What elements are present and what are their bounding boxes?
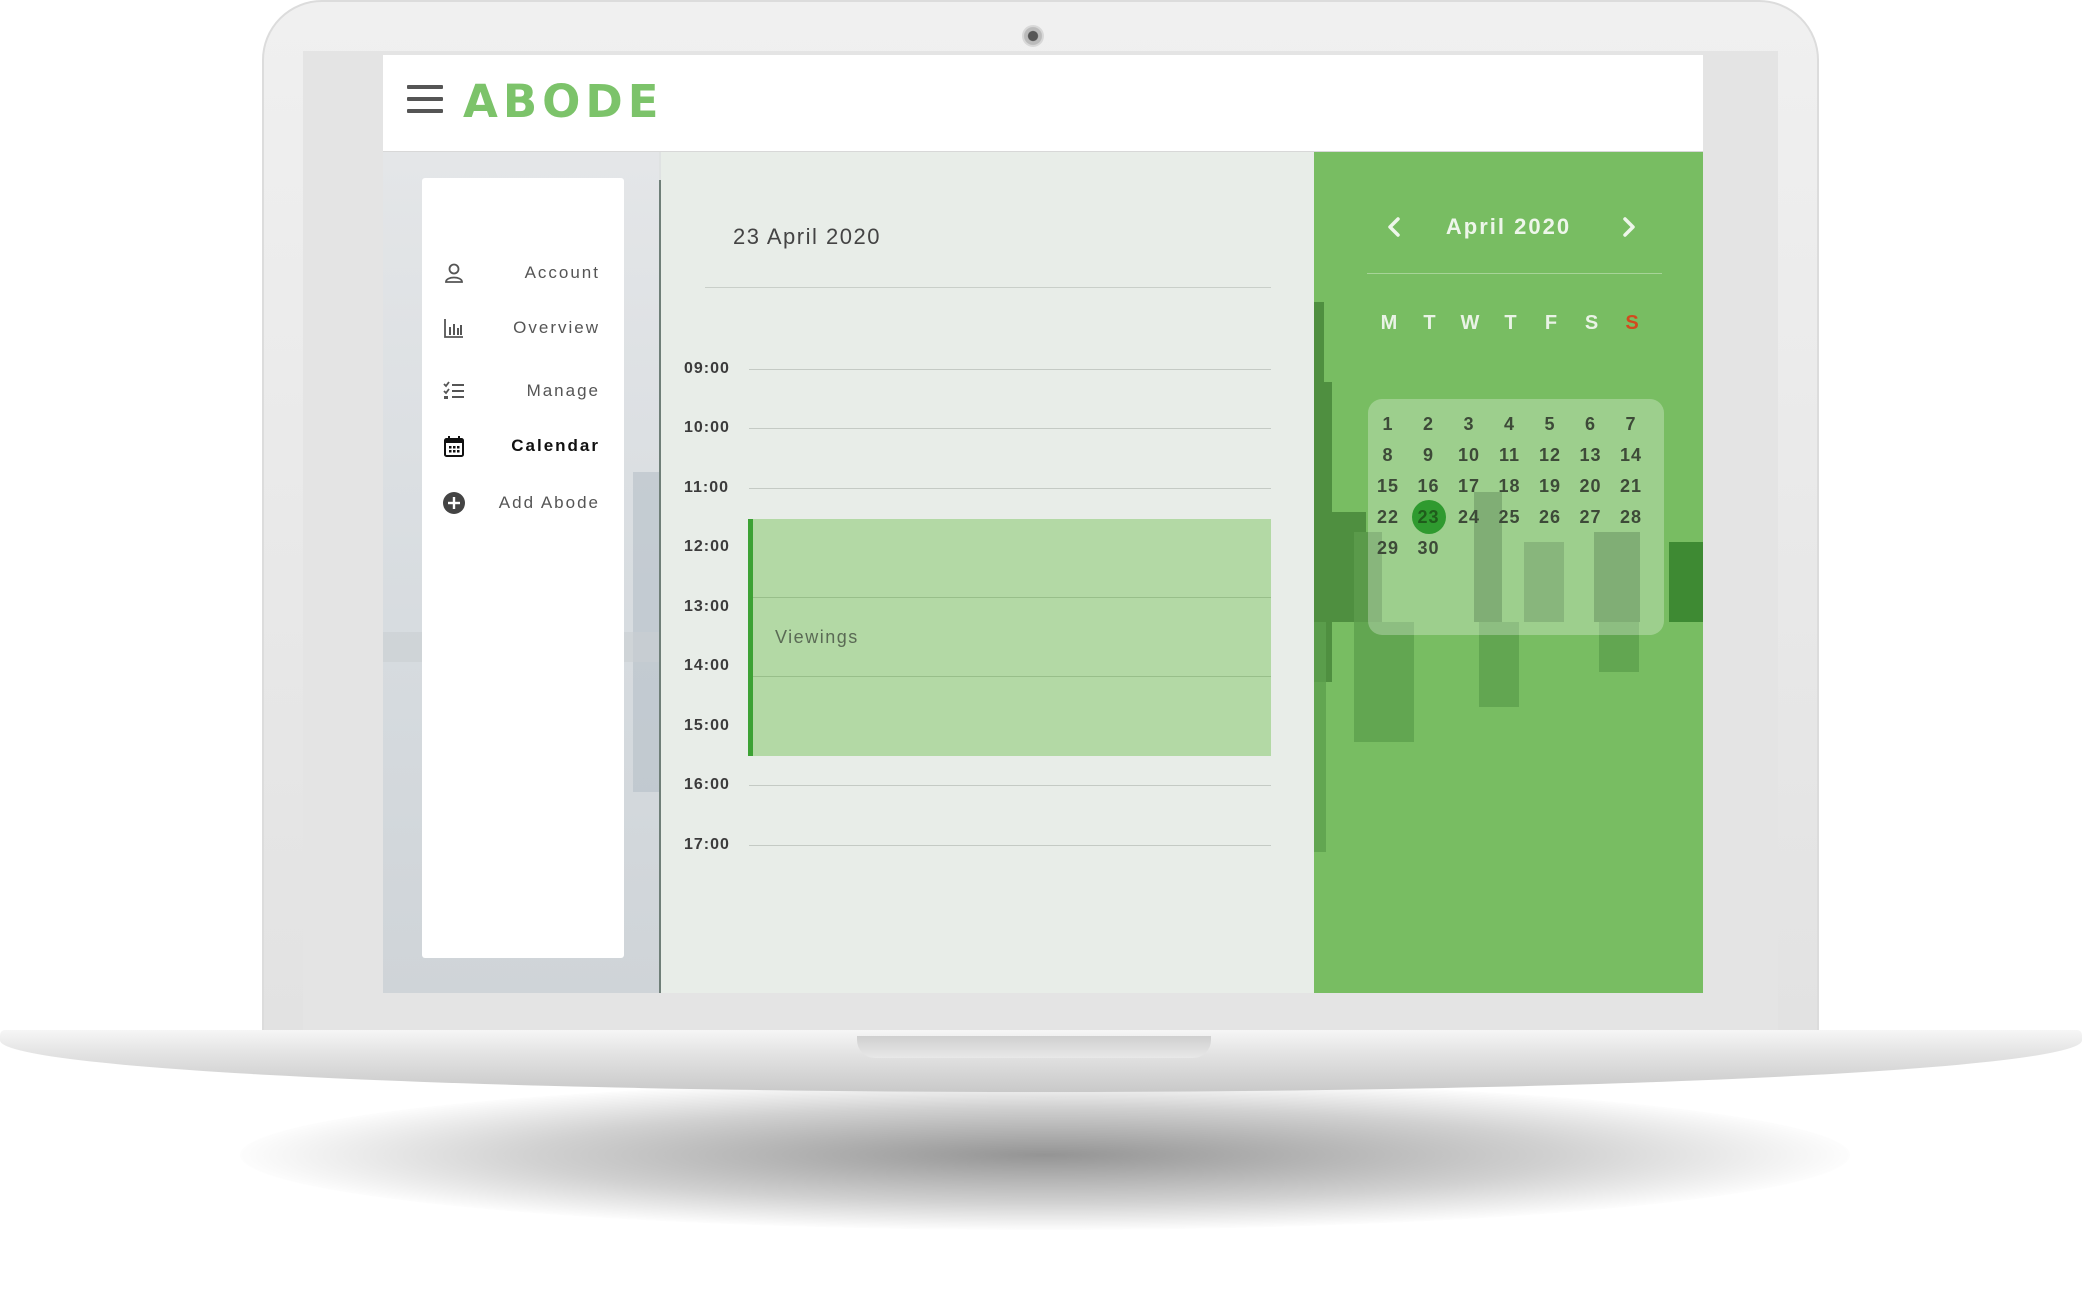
hour-label: 12:00 <box>684 538 730 555</box>
laptop-notch <box>857 1036 1211 1058</box>
hour-row[interactable]: 09:00 <box>661 360 1314 380</box>
hamburger-menu-icon[interactable] <box>407 85 443 117</box>
calendar-day[interactable]: 24 <box>1451 502 1487 532</box>
weekday-label: W <box>1460 312 1480 334</box>
sidebar-item-label: Overview <box>513 318 600 337</box>
sidebar-item-account[interactable]: Account <box>422 253 624 293</box>
event-block-viewings[interactable]: Viewings <box>748 519 1271 756</box>
hour-row[interactable]: 16:00 <box>661 776 1314 796</box>
calendar-day[interactable]: 11 <box>1492 440 1528 470</box>
calendar-day[interactable]: 30 <box>1411 533 1447 563</box>
calendar-day[interactable]: 26 <box>1532 502 1568 532</box>
app-screen: ABODE Account Overview Manage Calendar A… <box>383 55 1703 993</box>
event-title: Viewings <box>775 627 859 647</box>
weekday-label-sunday: S <box>1625 312 1639 334</box>
sidebar-item-add-abode[interactable]: Add Abode <box>422 483 624 523</box>
calendar-day[interactable]: 27 <box>1573 502 1609 532</box>
calendar-day[interactable]: 14 <box>1613 440 1649 470</box>
hour-label: 16:00 <box>684 776 730 793</box>
user-icon <box>445 263 463 283</box>
calendar-day[interactable]: 12 <box>1532 440 1568 470</box>
plus-circle-icon <box>443 492 465 514</box>
webcam-icon <box>1022 25 1044 47</box>
calendar-day[interactable]: 1 <box>1370 409 1406 439</box>
calendar-day[interactable]: 2 <box>1411 409 1447 439</box>
calendar-day[interactable]: 20 <box>1573 471 1609 501</box>
sidebar-item-manage[interactable]: Manage <box>422 371 624 411</box>
weekday-label: T <box>1504 312 1517 334</box>
calendar-day[interactable]: 28 <box>1613 502 1649 532</box>
calendar-day-selected[interactable]: 23 <box>1411 500 1446 534</box>
sidebar-item-calendar[interactable]: Calendar <box>422 426 624 466</box>
weekday-label: M <box>1380 312 1398 334</box>
sidebar-item-label: Account <box>524 263 600 282</box>
hour-label: 17:00 <box>684 836 730 853</box>
next-month-button[interactable] <box>1613 212 1643 242</box>
sidebar-item-label: Calendar <box>511 436 600 455</box>
month-calendar-panel: April 2020 M T W T F S S 1 2 3 4 5 6 7 8 9 10 11 12… <box>1314 152 1703 993</box>
calendar-day[interactable]: 17 <box>1451 471 1487 501</box>
weekday-label: S <box>1584 312 1599 334</box>
days-grid: 1 2 3 4 5 6 7 8 9 10 11 12 13 14 15 16 17 18 19 20 21 22 23 24 2… <box>1368 399 1664 635</box>
sidebar-item-overview[interactable]: Overview <box>422 308 624 348</box>
sidebar: Account Overview Manage Calendar Add Abo… <box>422 178 624 958</box>
hour-label: 11:00 <box>684 479 730 496</box>
hour-line <box>749 845 1271 846</box>
weekday-header: M T W T F S S <box>1374 312 1674 342</box>
day-view: 23 April 2020 09:00 10:00 11:00 12:00 13… <box>661 152 1314 993</box>
calendar-day[interactable]: 10 <box>1451 440 1487 470</box>
hour-label: 09:00 <box>684 360 730 377</box>
hour-line <box>749 785 1271 786</box>
calendar-day[interactable]: 5 <box>1532 409 1568 439</box>
calendar-day[interactable]: 3 <box>1451 409 1487 439</box>
weekday-label: T <box>1423 312 1436 334</box>
hour-row[interactable]: 17:00 <box>661 836 1314 856</box>
calendar-day[interactable]: 13 <box>1573 440 1609 470</box>
calendar-day[interactable]: 4 <box>1492 409 1528 439</box>
calendar-day[interactable]: 29 <box>1370 533 1406 563</box>
weekday-label: F <box>1544 312 1558 334</box>
hour-line <box>749 428 1271 429</box>
calendar-day[interactable]: 19 <box>1532 471 1568 501</box>
hour-line <box>749 369 1271 370</box>
hour-line <box>749 488 1271 489</box>
day-view-date: 23 April 2020 <box>733 224 881 249</box>
checklist-icon <box>443 381 464 399</box>
calendar-day[interactable]: 15 <box>1370 471 1406 501</box>
calendar-day[interactable]: 7 <box>1613 409 1649 439</box>
calendar-day[interactable]: 9 <box>1411 440 1447 470</box>
top-bar: ABODE <box>383 55 1703 152</box>
hour-row[interactable]: 10:00 <box>661 419 1314 439</box>
calendar-day[interactable]: 8 <box>1370 440 1406 470</box>
hour-line <box>753 597 1271 598</box>
calendar-icon <box>444 436 464 457</box>
hour-label: 13:00 <box>684 598 730 615</box>
calendar-day[interactable]: 22 <box>1370 502 1406 532</box>
calendar-day[interactable]: 21 <box>1613 471 1649 501</box>
hour-label: 14:00 <box>684 657 730 674</box>
hour-label: 10:00 <box>684 419 730 436</box>
brand-logo: ABODE <box>463 75 664 128</box>
laptop-shadow <box>240 1080 1850 1230</box>
calendar-day[interactable]: 25 <box>1492 502 1528 532</box>
hour-line <box>753 676 1271 677</box>
sidebar-item-label: Manage <box>526 381 600 400</box>
calendar-divider <box>1367 273 1662 274</box>
calendar-day[interactable]: 6 <box>1573 409 1609 439</box>
sidebar-item-label: Add Abode <box>498 493 600 512</box>
hour-row[interactable]: 11:00 <box>661 479 1314 499</box>
calendar-day[interactable]: 16 <box>1411 471 1447 501</box>
bar-chart-icon <box>444 319 463 338</box>
calendar-header: April 2020 <box>1314 210 1703 250</box>
month-label: April 2020 <box>1445 214 1572 239</box>
hour-label: 15:00 <box>684 717 730 734</box>
chevron-right-icon <box>1623 217 1635 237</box>
calendar-day[interactable]: 18 <box>1492 471 1528 501</box>
header-divider <box>705 287 1271 288</box>
